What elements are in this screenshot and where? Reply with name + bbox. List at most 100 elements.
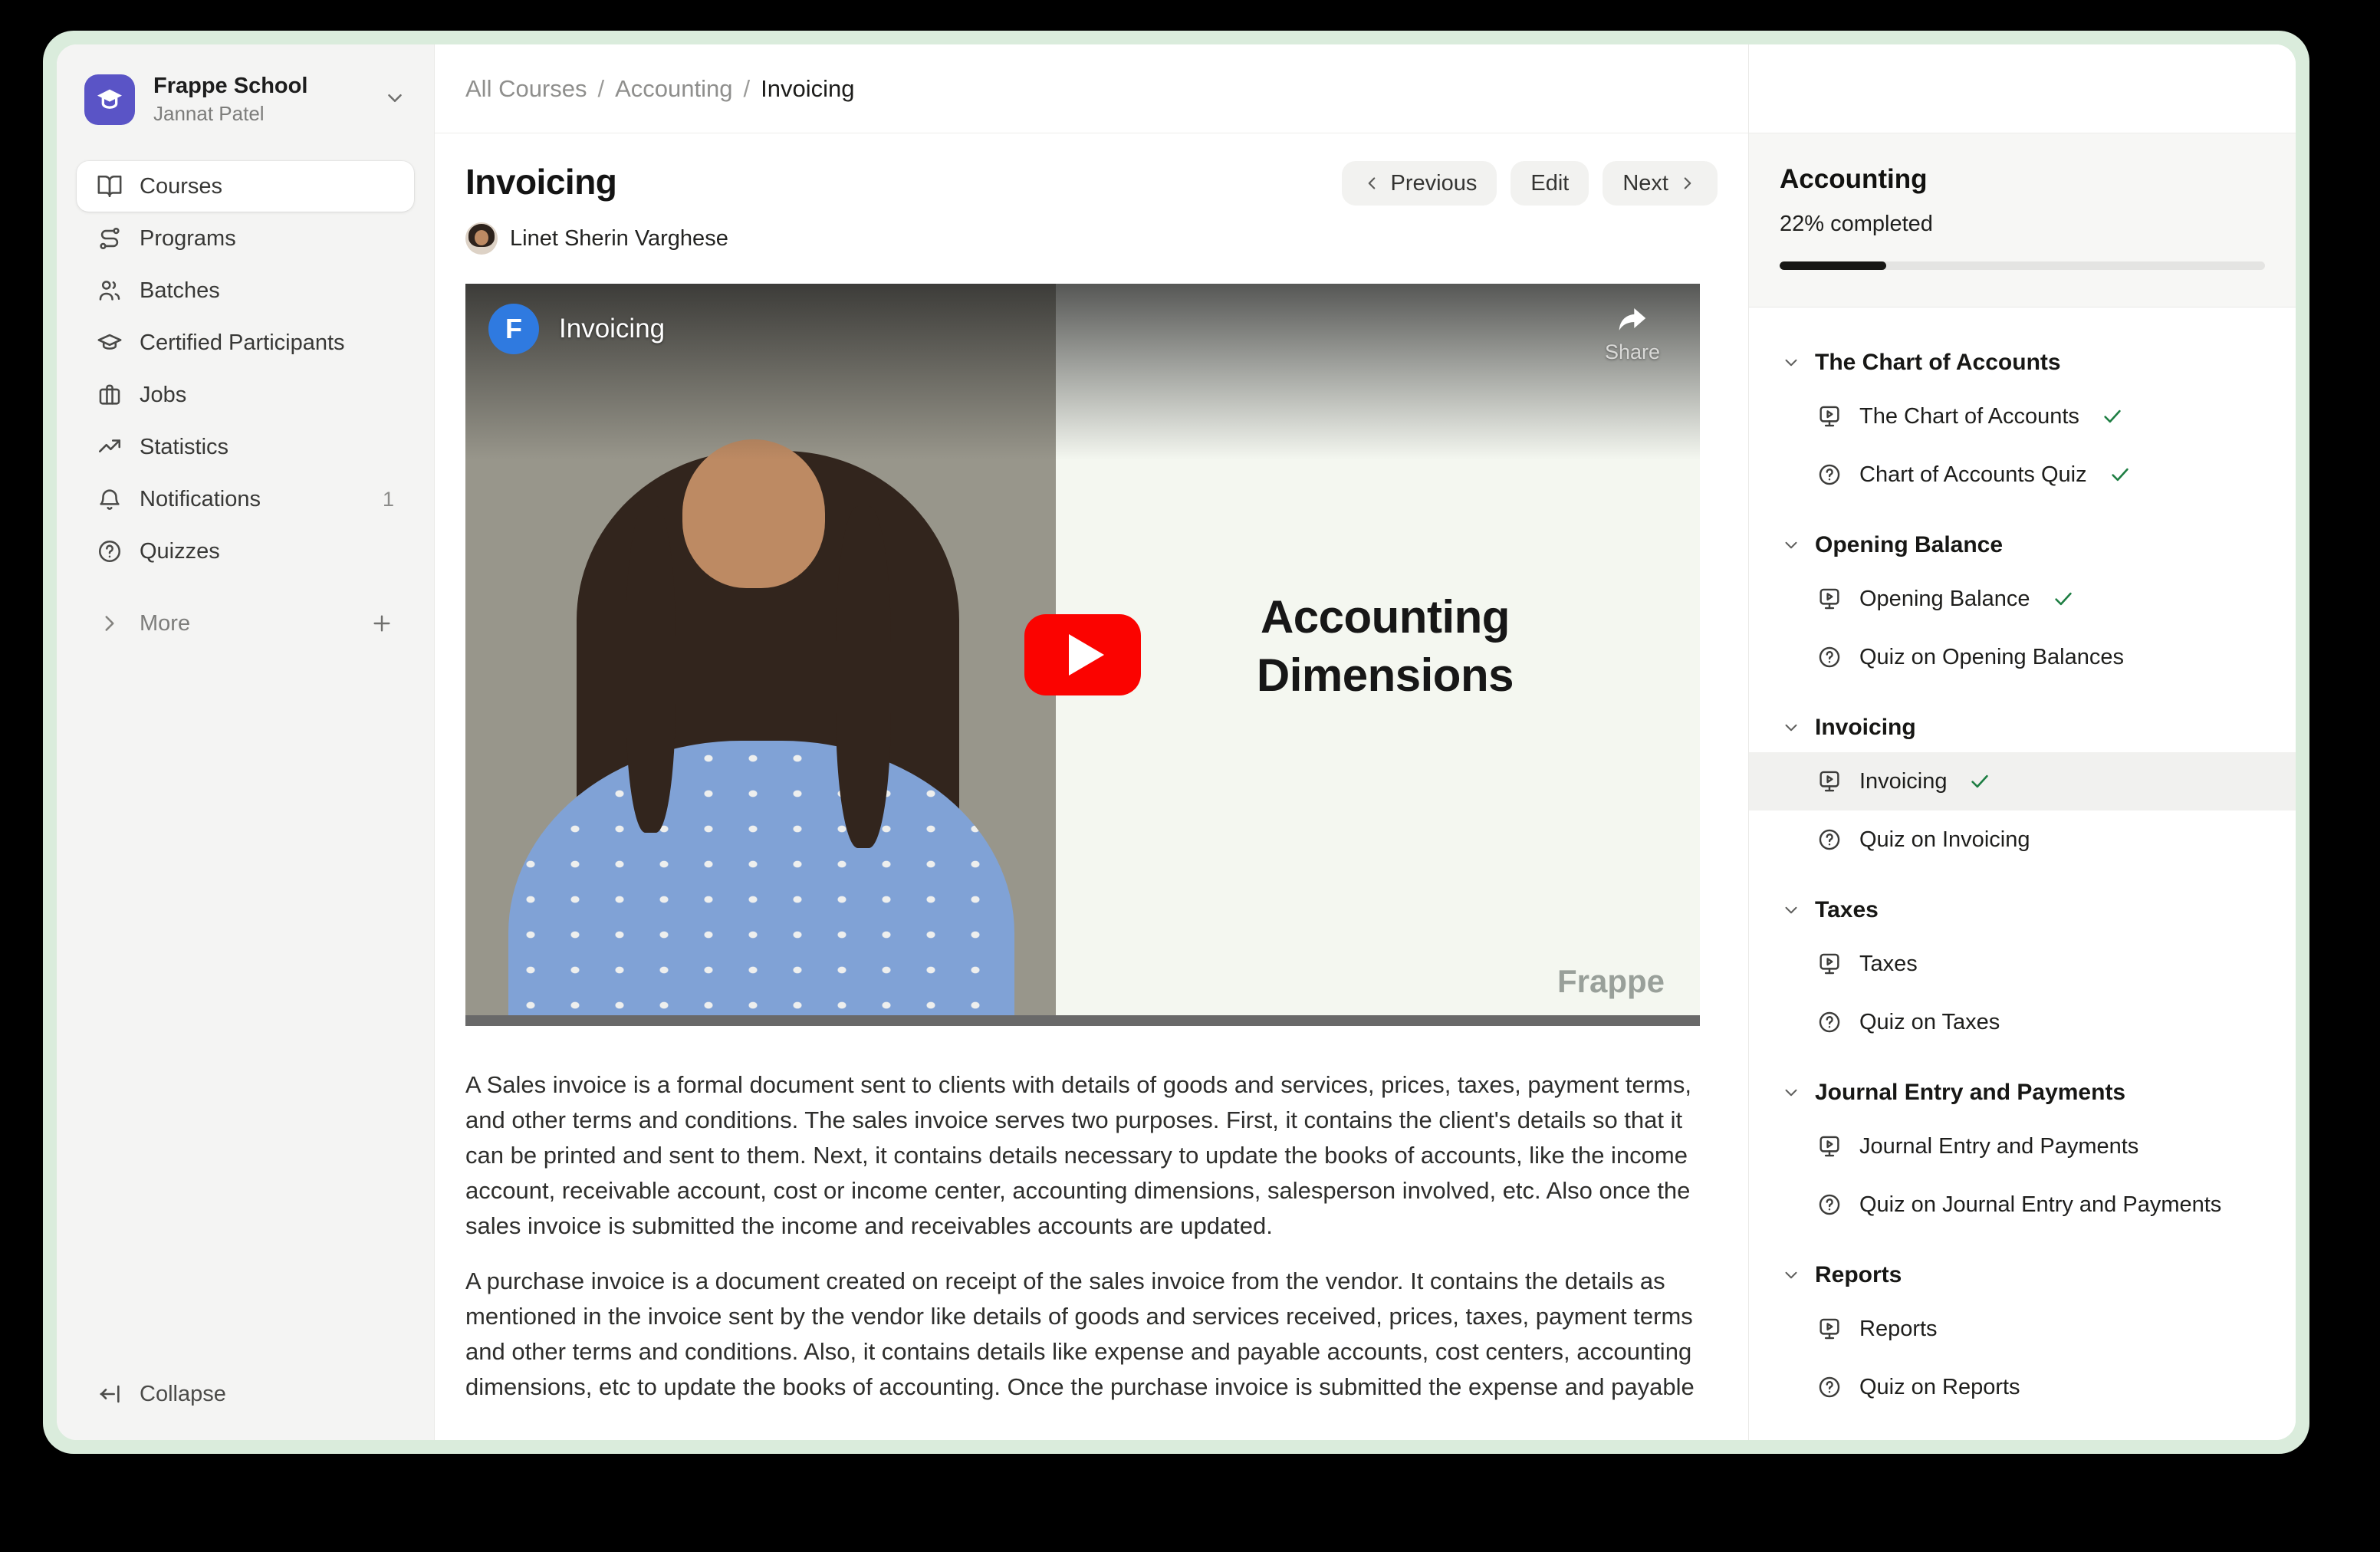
section-the-chart-of-accounts[interactable]: The Chart of Accounts (1749, 338, 2296, 387)
article-paragraph: A Sales invoice is a formal document sen… (465, 1067, 1700, 1244)
completed-check-icon (2109, 463, 2132, 486)
chevron-down-icon (1781, 535, 1801, 555)
outline-item-quiz-on-taxes[interactable]: Quiz on Taxes (1749, 993, 2296, 1051)
outline-list: The Chart of Accounts The Chart of Accou… (1749, 307, 2296, 1440)
chevron-down-icon (383, 87, 406, 113)
route-icon (97, 225, 123, 252)
sidebar-item-label: Programs (140, 226, 236, 252)
outline-item-label: The Chart of Accounts (1859, 404, 2079, 429)
section-payment-entry[interactable]: Payment Entry (1749, 1433, 2296, 1440)
previous-button[interactable]: Previous (1342, 161, 1497, 206)
next-button[interactable]: Next (1603, 161, 1718, 206)
video-player[interactable]: Accounting Dimensions F Invoicing Share … (465, 284, 1700, 1026)
sidebar-item-notifications[interactable]: Notifications 1 (77, 474, 414, 524)
share-button[interactable]: Share (1605, 301, 1660, 364)
video-progress-bar[interactable] (465, 1015, 1700, 1026)
sidebar-item-more[interactable]: More (77, 598, 414, 649)
chevron-right-icon (97, 610, 123, 636)
outline-item-quiz-on-journal-entry-and-payments[interactable]: Quiz on Journal Entry and Payments (1749, 1176, 2296, 1234)
quiz-icon (1816, 1374, 1843, 1400)
next-label: Next (1622, 171, 1668, 196)
workspace-switcher[interactable]: Frappe School Jannat Patel (77, 74, 414, 126)
chevron-down-icon (1781, 718, 1801, 738)
sidebar-item-statistics[interactable]: Statistics (77, 422, 414, 472)
breadcrumb-current: Invoicing (761, 75, 854, 103)
video-lesson-icon (1816, 586, 1843, 612)
outline-item-taxes[interactable]: Taxes (1749, 935, 2296, 993)
outline-item-label: Quiz on Taxes (1859, 1010, 2000, 1035)
progress-label: 22% completed (1780, 212, 2265, 237)
sidebar-item-label: More (140, 611, 190, 636)
collapse-sidebar-button[interactable]: Collapse (77, 1371, 414, 1417)
completed-check-icon (2052, 587, 2075, 610)
workspace-labels: Frappe School Jannat Patel (153, 74, 365, 126)
help-circle-icon (97, 538, 123, 564)
sidebar-item-quizzes[interactable]: Quizzes (77, 526, 414, 577)
users-icon (97, 278, 123, 304)
breadcrumb-all-courses[interactable]: All Courses (465, 75, 587, 103)
author-name: Linet Sherin Varghese (510, 226, 728, 252)
sidebar-item-courses[interactable]: Courses (77, 161, 414, 212)
section-title: The Chart of Accounts (1815, 350, 2061, 376)
section-journal-entry-and-payments[interactable]: Journal Entry and Payments (1749, 1068, 2296, 1117)
section-taxes[interactable]: Taxes (1749, 886, 2296, 935)
outline-item-invoicing[interactable]: Invoicing (1749, 752, 2296, 811)
outline-item-opening-balance[interactable]: Opening Balance (1749, 570, 2296, 628)
sidebar-item-label: Notifications (140, 487, 261, 512)
outline-item-label: Quiz on Reports (1859, 1375, 2020, 1400)
sidebar-item-label: Certified Participants (140, 330, 345, 356)
outline-item-label: Quiz on Journal Entry and Payments (1859, 1192, 2221, 1218)
quiz-icon (1816, 1009, 1843, 1035)
slide-title: Accounting Dimensions (1107, 588, 1663, 705)
edit-label: Edit (1530, 171, 1569, 196)
sidebar-item-label: Batches (140, 278, 220, 304)
breadcrumb-separator: / (744, 75, 751, 103)
book-open-icon (97, 173, 123, 199)
section-opening-balance[interactable]: Opening Balance (1749, 521, 2296, 570)
edit-button[interactable]: Edit (1511, 161, 1589, 206)
outline-item-label: Chart of Accounts Quiz (1859, 462, 2087, 488)
frappe-school-logo (84, 74, 135, 125)
sidebar-item-programs[interactable]: Programs (77, 213, 414, 264)
outline-item-label: Opening Balance (1859, 587, 2030, 612)
video-title[interactable]: Invoicing (559, 314, 665, 344)
quiz-icon (1816, 827, 1843, 853)
chevron-left-icon (1362, 173, 1382, 193)
quiz-icon (1816, 1192, 1843, 1218)
outline-item-quiz-on-opening-balances[interactable]: Quiz on Opening Balances (1749, 628, 2296, 686)
quiz-icon (1816, 644, 1843, 670)
section-title: Taxes (1815, 897, 1879, 923)
section-reports[interactable]: Reports (1749, 1251, 2296, 1300)
briefcase-icon (97, 382, 123, 408)
completed-check-icon (1968, 770, 1991, 793)
video-lesson-icon (1816, 1133, 1843, 1159)
notifications-count-badge: 1 (383, 488, 394, 511)
plus-icon[interactable] (370, 611, 394, 636)
sidebar-item-label: Quizzes (140, 539, 220, 564)
outline-item-quiz-on-reports[interactable]: Quiz on Reports (1749, 1358, 2296, 1416)
course-title: Accounting (1780, 164, 2265, 195)
play-button[interactable] (1024, 614, 1141, 695)
sidebar-item-jobs[interactable]: Jobs (77, 370, 414, 420)
sidebar-item-batches[interactable]: Batches (77, 265, 414, 316)
sidebar: Frappe School Jannat Patel Courses (57, 44, 435, 1440)
section-invoicing[interactable]: Invoicing (1749, 703, 2296, 752)
outline-item-label: Taxes (1859, 952, 1918, 977)
outline-item-the-chart-of-accounts[interactable]: The Chart of Accounts (1749, 387, 2296, 446)
outline-item-label: Quiz on Opening Balances (1859, 645, 2124, 670)
outline-item-chart-of-accounts-quiz[interactable]: Chart of Accounts Quiz (1749, 446, 2296, 504)
breadcrumb-accounting[interactable]: Accounting (615, 75, 732, 103)
section-title: Journal Entry and Payments (1815, 1080, 2125, 1106)
outline-item-journal-entry-and-payments[interactable]: Journal Entry and Payments (1749, 1117, 2296, 1176)
outline-item-quiz-on-invoicing[interactable]: Quiz on Invoicing (1749, 811, 2296, 869)
workspace-user: Jannat Patel (153, 102, 365, 126)
page-title: Invoicing (465, 161, 616, 202)
frappe-watermark: Frappe (1557, 963, 1665, 1000)
video-header: F Invoicing (488, 304, 665, 354)
bell-icon (97, 486, 123, 512)
sidebar-item-certified-participants[interactable]: Certified Participants (77, 317, 414, 368)
channel-avatar[interactable]: F (488, 304, 539, 354)
share-label: Share (1605, 340, 1660, 364)
outline-item-reports[interactable]: Reports (1749, 1300, 2296, 1358)
sidebar-item-label: Courses (140, 174, 222, 199)
